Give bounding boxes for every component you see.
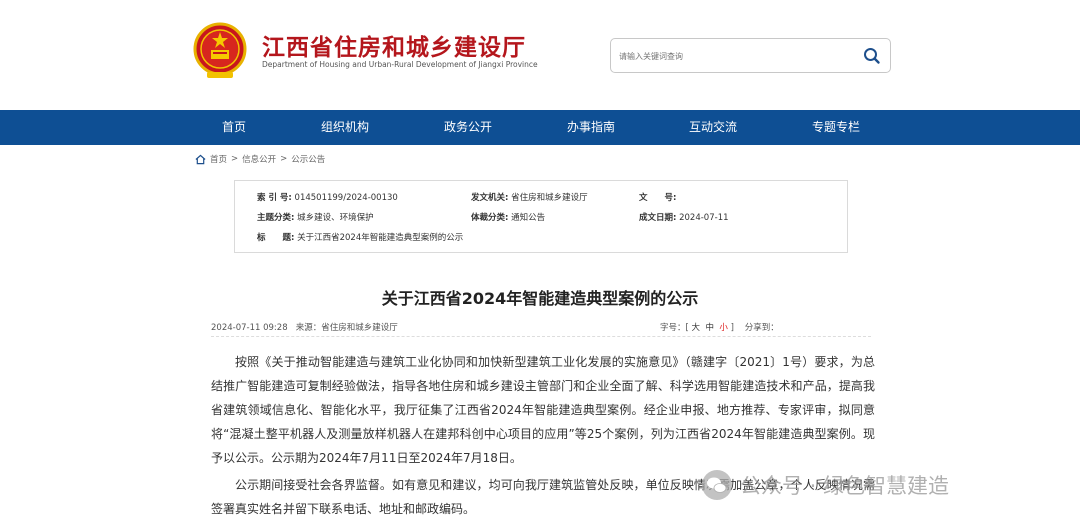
meta-issuer-label: 发文机关: xyxy=(471,193,509,203)
meta-docno-label: 文 号: xyxy=(639,193,677,203)
article-date: 2024-07-11 09:28 xyxy=(211,323,288,333)
article-title: 关于江西省2024年智能建造典型案例的公示 xyxy=(381,289,699,308)
home-icon xyxy=(195,154,206,164)
nav-interaction[interactable]: 互动交流 xyxy=(689,110,737,145)
national-emblem-icon xyxy=(193,22,247,78)
site-title: 江西省住房和城乡建设厅 xyxy=(262,35,526,61)
share-label[interactable]: 分享到： xyxy=(745,323,779,333)
document-meta-table: 索 引 号: 014501199/2024-00130 发文机关: 省住房和城乡… xyxy=(234,180,848,253)
fontsize-large-button[interactable]: 大 xyxy=(692,323,701,333)
fontsize-small-button[interactable]: 小 xyxy=(719,323,728,333)
meta-genre-value: 通知公告 xyxy=(511,213,546,223)
search-box[interactable] xyxy=(610,38,891,73)
meta-topic-label: 主题分类: xyxy=(257,213,295,223)
meta-date-value: 2024-07-11 xyxy=(679,213,729,223)
nav-home[interactable]: 首页 xyxy=(222,110,246,145)
meta-title-value: 关于江西省2024年智能建造典型案例的公示 xyxy=(297,233,464,243)
main-nav: 首页 组织机构 政务公开 办事指南 互动交流 专题专栏 xyxy=(0,110,1080,145)
wechat-logo-icon xyxy=(702,470,732,500)
fontsize-medium-button[interactable]: 中 xyxy=(705,323,714,333)
nav-gov-affairs[interactable]: 政务公开 xyxy=(444,110,492,145)
crumb-notices[interactable]: 公示公告 xyxy=(291,153,325,165)
article-paragraph-1: 按照《关于推动智能建造与建筑工业化协同和加快新型建筑工业化发展的实施意见》（赣建… xyxy=(211,355,875,465)
meta-title-label: 标 题: xyxy=(257,233,295,243)
meta-genre-label: 体裁分类: xyxy=(471,213,509,223)
crumb-info-disclosure[interactable]: 信息公开 xyxy=(242,153,276,165)
meta-date-label: 成文日期: xyxy=(639,213,677,223)
meta-index-label: 索 引 号: xyxy=(257,193,292,203)
wechat-watermark: 公众号 · 绿色智慧建造 xyxy=(700,468,949,502)
nav-organization[interactable]: 组织机构 xyxy=(321,110,369,145)
site-subtitle: Department of Housing and Urban-Rural De… xyxy=(262,60,538,69)
meta-index-value: 014501199/2024-00130 xyxy=(294,193,398,203)
nav-special-topics[interactable]: 专题专栏 xyxy=(812,110,860,145)
fontsize-bracket: ] xyxy=(730,323,734,333)
fontsize-label: 字号：[ xyxy=(660,323,689,333)
article-source-label: 来源： xyxy=(295,323,322,333)
crumb-separator: > xyxy=(280,154,288,164)
nav-service-guide[interactable]: 办事指南 xyxy=(567,110,615,145)
article-info-bar: 2024-07-11 09:28 来源：省住房和城乡建设厅 字号：[ 大 中 小… xyxy=(211,321,871,337)
meta-topic-value: 城乡建设、环境保护 xyxy=(297,213,374,223)
meta-issuer-value: 省住房和城乡建设厅 xyxy=(511,193,588,203)
crumb-home[interactable]: 首页 xyxy=(210,153,227,165)
search-icon[interactable] xyxy=(862,46,882,66)
breadcrumb: 首页 > 信息公开 > 公示公告 xyxy=(195,153,325,165)
article-source: 省住房和城乡建设厅 xyxy=(321,323,398,333)
crumb-separator: > xyxy=(231,154,239,164)
watermark-text: 公众号 · 绿色智慧建造 xyxy=(740,474,950,498)
search-input[interactable] xyxy=(619,48,849,64)
site-header: 江西省住房和城乡建设厅 Department of Housing and Ur… xyxy=(0,0,1080,110)
